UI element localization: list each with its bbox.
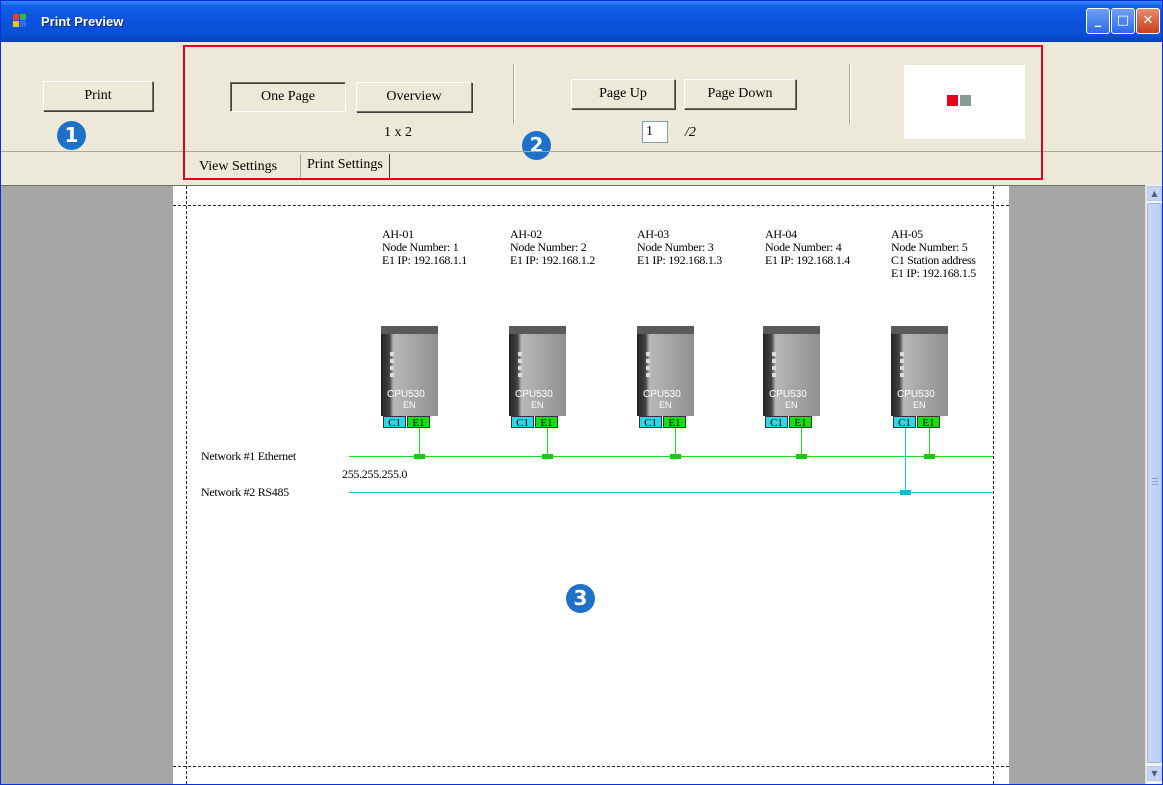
node-label: AH-03 Node Number: 3 E1 IP: 192.168.1.3 [637, 227, 722, 267]
port-c1[interactable]: C1 [383, 416, 406, 429]
tab-view-settings[interactable]: View Settings [193, 156, 283, 181]
ethernet-link [547, 428, 548, 456]
cpu-module[interactable]: CPU530 EN C1 E1 [509, 326, 566, 429]
overview-button[interactable]: Overview [356, 82, 472, 112]
tab-print-settings[interactable]: Print Settings [300, 154, 390, 179]
margin-guide-top [173, 205, 1009, 206]
port-c1[interactable]: C1 [893, 416, 916, 429]
page-up-button[interactable]: Page Up [571, 79, 675, 109]
ethernet-junction [542, 454, 553, 459]
rs485-link [905, 428, 906, 492]
ethernet-link [675, 428, 676, 456]
port-e1[interactable]: E1 [663, 416, 686, 429]
port-e1[interactable]: E1 [535, 416, 558, 429]
tab-divider [1, 151, 1162, 152]
margin-guide-left [186, 186, 187, 784]
network-label-ethernet: Network #1 Ethernet [201, 449, 296, 463]
scroll-down-icon[interactable]: ▼ [1147, 766, 1162, 781]
node-label: AH-04 Node Number: 4 E1 IP: 192.168.1.4 [765, 227, 850, 267]
preview-page: AH-01 Node Number: 1 E1 IP: 192.168.1.1 … [173, 186, 1009, 784]
port-e1[interactable]: E1 [917, 416, 940, 429]
node-label: AH-01 Node Number: 1 E1 IP: 192.168.1.1 [382, 227, 467, 267]
print-preview-window: Print Preview _ □ ✕ Print 1 One Page Ove… [0, 0, 1163, 785]
ethernet-link [419, 428, 420, 456]
margin-guide-right [993, 186, 994, 784]
one-page-button[interactable]: One Page [230, 82, 346, 112]
ethernet-junction [796, 454, 807, 459]
cpu-module[interactable]: CPU530 EN C1 E1 [381, 326, 438, 429]
thumbnail-page-2 [960, 95, 971, 106]
layout-label: 1 x 2 [384, 125, 412, 140]
port-e1[interactable]: E1 [789, 416, 812, 429]
page-number-input[interactable]: 1 [642, 121, 668, 143]
title-bar: Print Preview _ □ ✕ [1, 1, 1162, 42]
scroll-up-icon[interactable]: ▲ [1147, 186, 1162, 201]
network-label-rs485: Network #2 RS485 [201, 485, 289, 499]
ethernet-junction [670, 454, 681, 459]
toolbar-separator [849, 64, 851, 124]
node-label: AH-05 Node Number: 5 C1 Station address … [891, 227, 976, 280]
rs485-junction [900, 490, 911, 495]
node-label: AH-02 Node Number: 2 E1 IP: 192.168.1.2 [510, 227, 595, 267]
close-button[interactable]: ✕ [1136, 8, 1160, 34]
port-c1[interactable]: C1 [765, 416, 788, 429]
port-c1[interactable]: C1 [511, 416, 534, 429]
subnet-mask-label: 255.255.255.0 [342, 467, 408, 481]
cpu-module[interactable]: CPU530 EN C1 E1 [891, 326, 948, 429]
port-c1[interactable]: C1 [639, 416, 662, 429]
page-total: /2 [685, 125, 696, 140]
ethernet-junction [414, 454, 425, 459]
margin-guide-bottom [173, 766, 1009, 767]
ethernet-junction [924, 454, 935, 459]
rs485-bus[interactable] [349, 492, 993, 493]
thumbnail-page-1 [947, 95, 958, 106]
page-thumbnail[interactable] [904, 65, 1025, 139]
cpu-module[interactable]: CPU530 EN C1 E1 [637, 326, 694, 429]
print-button[interactable]: Print [43, 81, 153, 111]
maximize-button[interactable]: □ [1111, 8, 1135, 34]
ethernet-link [929, 428, 930, 456]
minimize-button[interactable]: _ [1086, 8, 1110, 34]
page-down-button[interactable]: Page Down [684, 79, 796, 109]
cpu-module[interactable]: CPU530 EN C1 E1 [763, 326, 820, 429]
callout-3: 3 [566, 584, 595, 613]
app-icon [13, 14, 33, 30]
vertical-scrollbar[interactable]: ▲ ▼ [1145, 185, 1162, 784]
callout-1: 1 [57, 121, 86, 150]
scroll-thumb[interactable] [1147, 203, 1162, 763]
port-e1[interactable]: E1 [407, 416, 430, 429]
toolbar-separator [513, 64, 515, 124]
callout-2: 2 [522, 131, 551, 160]
window-title: Print Preview [41, 14, 124, 29]
ethernet-link [801, 428, 802, 456]
